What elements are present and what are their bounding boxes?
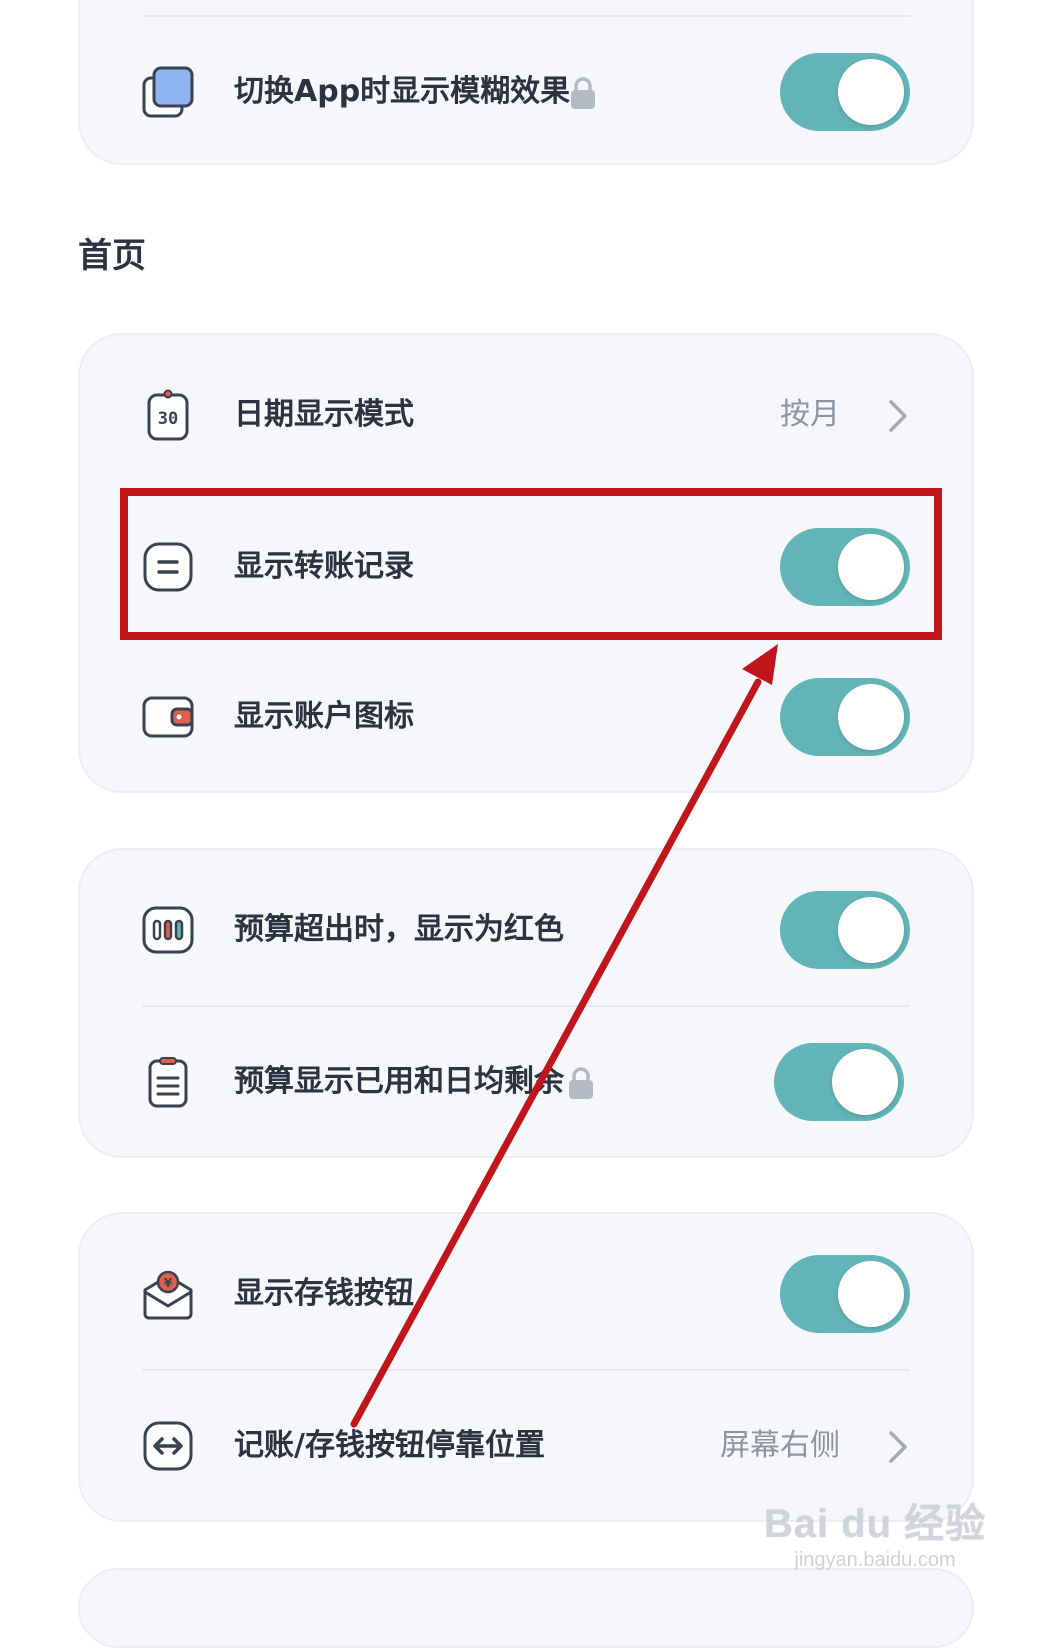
setting-row-show-account-icon[interactable]: 显示账户图标 xyxy=(80,657,972,777)
setting-row-date-mode[interactable]: 30 日期显示模式 按月 xyxy=(80,355,972,475)
setting-row-budget-used-daily[interactable]: 预算显示已用和日均剩余 xyxy=(80,1022,972,1142)
toggle-knob xyxy=(832,1049,898,1115)
show-account-icon-toggle[interactable] xyxy=(780,678,910,756)
setting-label: 显示转账记录 xyxy=(234,549,414,584)
swap-horizontal-icon xyxy=(142,1420,194,1472)
transfer-record-icon xyxy=(142,541,194,593)
setting-label: 预算超出时，显示为红色 xyxy=(234,912,564,947)
setting-label: 预算显示已用和日均剩余 xyxy=(234,1064,564,1099)
setting-value: 屏幕右侧 xyxy=(720,1428,840,1463)
chevron-right-icon xyxy=(886,1430,910,1464)
settings-card-home: 30 日期显示模式 按月 显示转账记录 显示账户图标 xyxy=(78,333,974,793)
watermark: Bai du 经验 jingyan.baidu.com xyxy=(760,1491,990,1572)
chevron-right-icon xyxy=(886,399,910,433)
budget-used-daily-toggle[interactable] xyxy=(774,1043,904,1121)
savings-envelope-icon: ¥ xyxy=(142,1268,194,1320)
setting-row-budget-over-red[interactable]: 预算超出时，显示为红色 xyxy=(80,870,972,990)
settings-card-savings: ¥ 显示存钱按钮 记账/存钱按钮停靠位置 屏幕右侧 xyxy=(78,1212,974,1522)
toggle-knob xyxy=(838,59,904,125)
wallet-icon xyxy=(142,691,194,743)
divider xyxy=(142,1005,910,1007)
setting-row-show-transfers[interactable]: 显示转账记录 xyxy=(80,507,972,627)
setting-row-blur-on-switch[interactable]: 切换App时显示模糊效果 xyxy=(80,32,972,152)
blur-effect-toggle[interactable] xyxy=(780,53,910,131)
toggle-knob xyxy=(838,897,904,963)
setting-label: 显示存钱按钮 xyxy=(234,1276,414,1311)
show-savings-button-toggle[interactable] xyxy=(780,1255,910,1333)
settings-card-budget: 预算超出时，显示为红色 预算显示已用和日均剩余 xyxy=(78,848,974,1158)
toggle-knob xyxy=(838,534,904,600)
watermark-sub: jingyan.baidu.com xyxy=(794,1549,956,1571)
setting-label: 显示账户图标 xyxy=(234,699,414,734)
lock-icon xyxy=(566,1066,596,1100)
budget-bars-icon xyxy=(142,904,194,956)
show-transfers-toggle[interactable] xyxy=(780,528,910,606)
settings-card-display: 切换App时显示模糊效果 xyxy=(78,0,974,165)
toggle-knob xyxy=(838,1261,904,1327)
setting-row-button-dock-position[interactable]: 记账/存钱按钮停靠位置 屏幕右侧 xyxy=(80,1386,972,1506)
lock-icon xyxy=(568,76,598,110)
section-title-home: 首页 xyxy=(78,236,146,276)
clipboard-icon xyxy=(142,1056,194,1108)
layers-icon xyxy=(142,66,194,118)
setting-label: 记账/存钱按钮停靠位置 xyxy=(234,1428,545,1463)
toggle-knob xyxy=(838,684,904,750)
calendar-icon: 30 xyxy=(142,389,194,441)
divider xyxy=(142,1369,910,1371)
budget-over-red-toggle[interactable] xyxy=(780,891,910,969)
setting-label: 日期显示模式 xyxy=(234,397,414,432)
setting-value: 按月 xyxy=(780,397,840,432)
setting-row-show-savings-button[interactable]: ¥ 显示存钱按钮 xyxy=(80,1234,972,1354)
svg-text:30: 30 xyxy=(158,409,178,429)
settings-card-next xyxy=(78,1568,974,1648)
divider xyxy=(142,15,910,17)
svg-text:¥: ¥ xyxy=(164,1276,173,1290)
watermark-main: Bai du 经验 xyxy=(763,1502,987,1546)
setting-label: 切换App时显示模糊效果 xyxy=(234,74,571,109)
